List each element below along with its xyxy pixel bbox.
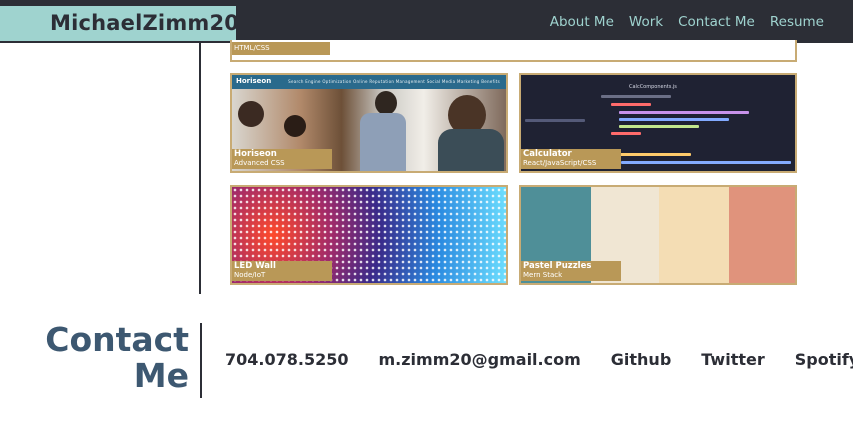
contact-heading: Contact Me <box>29 322 189 394</box>
code-line <box>611 103 651 106</box>
person-head <box>284 115 306 137</box>
project-subtitle: Node/IoT <box>234 271 266 279</box>
code-line <box>525 119 585 122</box>
site-brand[interactable]: MichaelZimm20 <box>0 6 239 41</box>
twitter-link[interactable]: Twitter <box>701 350 764 369</box>
nav-contact-me[interactable]: Contact Me <box>678 14 755 30</box>
project-tag-calculator: Calculator React/JavaScript/CSS <box>521 149 621 169</box>
code-line <box>619 111 749 114</box>
code-line <box>611 132 641 135</box>
horiseon-site-links: Search Engine Optimization Online Reputa… <box>288 79 500 84</box>
code-line <box>611 153 691 156</box>
project-tag-horiseon: Horiseon Advanced CSS <box>232 149 332 169</box>
project-card-led-wall[interactable]: LED Wall Node/IoT <box>230 185 508 285</box>
project-title: Pastel Puzzles <box>523 261 592 271</box>
person-head <box>375 91 397 115</box>
contact-heading-line1: Contact <box>45 320 189 359</box>
project-title: Calculator <box>523 149 572 159</box>
code-line <box>601 95 671 98</box>
code-line <box>619 118 729 121</box>
project-card-pastel-puzzles[interactable]: Pastel Puzzles Mern Stack <box>519 185 797 285</box>
project-card-calculator[interactable]: CalcComponents.js Calculator React/JavaS… <box>519 73 797 173</box>
work-section-divider <box>199 43 201 294</box>
project-tag-pastel-puzzles: Pastel Puzzles Mern Stack <box>521 261 621 281</box>
code-line <box>621 161 791 164</box>
project-card-horiseon[interactable]: Horiseon Search Engine Optimization Onli… <box>230 73 508 173</box>
project-tag-led-wall: LED Wall Node/IoT <box>232 261 332 281</box>
person-shirt <box>360 113 406 171</box>
horiseon-site-navbar: Horiseon Search Engine Optimization Onli… <box>232 75 506 89</box>
contact-divider <box>200 323 202 398</box>
nav-work[interactable]: Work <box>629 14 663 30</box>
horiseon-site-logo: Horiseon <box>236 77 272 85</box>
contact-phone[interactable]: 704.078.5250 <box>225 350 348 369</box>
nav-about-me[interactable]: About Me <box>550 14 614 30</box>
project-subtitle: Mern Stack <box>523 271 563 279</box>
project-card-top[interactable]: HTML/CSS <box>230 40 797 62</box>
site-header: MichaelZimm20 About Me Work Contact Me R… <box>0 0 853 43</box>
nav-resume[interactable]: Resume <box>770 14 824 30</box>
contact-email-link[interactable]: m.zimm20@gmail.com <box>378 350 580 369</box>
main-nav: About Me Work Contact Me Resume <box>550 0 824 43</box>
project-card-top-label: HTML/CSS <box>232 42 330 55</box>
spotify-link[interactable]: Spotify <box>795 350 853 369</box>
code-tab-name: CalcComponents.js <box>629 84 677 90</box>
project-subtitle: Advanced CSS <box>234 159 285 167</box>
code-line <box>619 125 699 128</box>
project-subtitle: React/JavaScript/CSS <box>523 159 597 167</box>
project-title: LED Wall <box>234 261 276 271</box>
person-shirt <box>438 129 504 171</box>
contact-links: 704.078.5250 m.zimm20@gmail.com Github T… <box>225 350 853 369</box>
person-head <box>238 101 264 127</box>
github-link[interactable]: Github <box>611 350 672 369</box>
pastel-swatch <box>729 187 795 283</box>
pastel-swatch <box>659 187 729 283</box>
contact-heading-line2: Me <box>133 356 189 395</box>
project-title: Horiseon <box>234 149 277 159</box>
